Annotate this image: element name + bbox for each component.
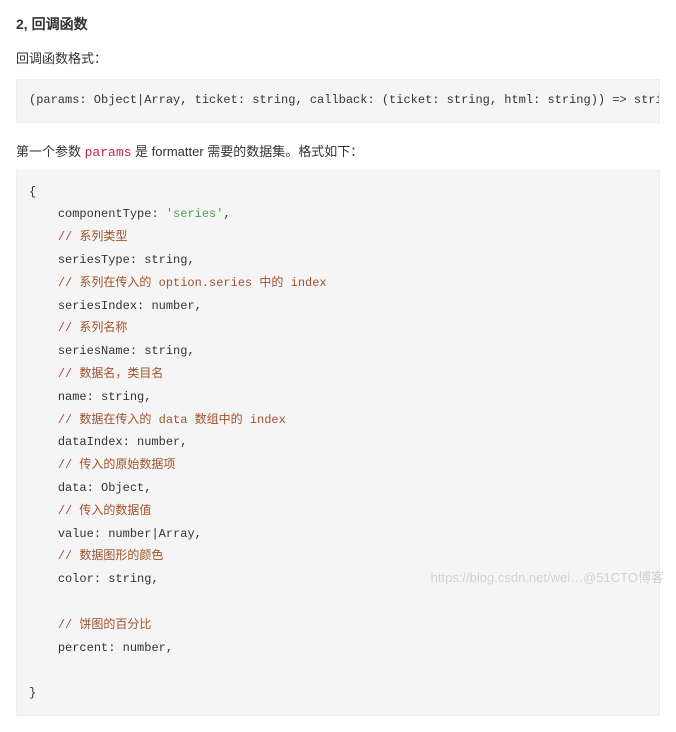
params-structure-code: { componentType: 'series', // 系列类型 serie…	[16, 170, 660, 716]
inline-param-name: params	[85, 145, 132, 160]
section-subtitle: 回调函数格式：	[16, 48, 660, 67]
desc-suffix: 是 formatter 需要的数据集。格式如下：	[131, 144, 363, 159]
params-description: 第一个参数 params 是 formatter 需要的数据集。格式如下：	[16, 141, 660, 160]
section-heading: 2, 回调函数	[16, 14, 660, 34]
desc-prefix: 第一个参数	[16, 144, 85, 159]
signature-text: (params: Object|Array, ticket: string, c…	[29, 93, 660, 107]
document-content: 2, 回调函数 回调函数格式： (params: Object|Array, t…	[0, 14, 676, 732]
callback-signature-code: (params: Object|Array, ticket: string, c…	[16, 79, 660, 123]
